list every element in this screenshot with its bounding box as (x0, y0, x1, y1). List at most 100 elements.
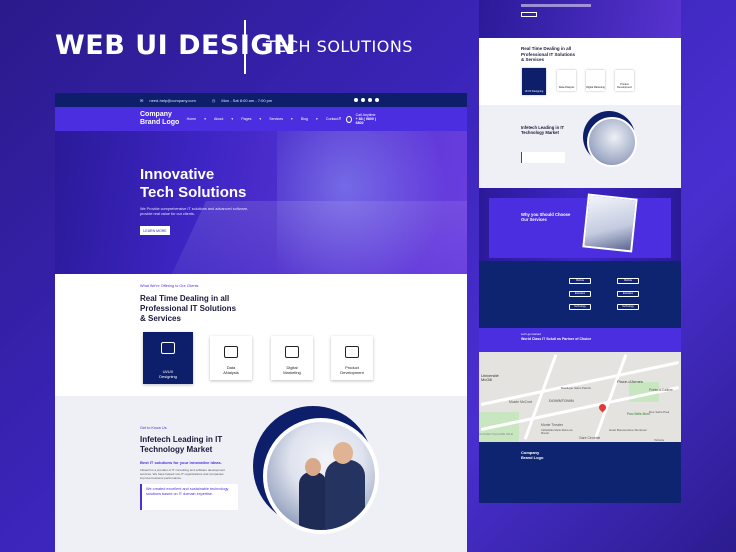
chevron-down-icon: ▾ (291, 117, 293, 121)
instagram-icon[interactable] (368, 98, 372, 102)
card-label: Development (340, 370, 364, 375)
side-team-photo (587, 117, 637, 167)
marketing-icon (285, 346, 299, 358)
side-why-title-line: Our Services (521, 217, 547, 222)
header-subtitle: TECH SOLUTIONS (266, 37, 413, 56)
service-card-data[interactable]: Data ANalysis (210, 336, 252, 380)
side-hero-text (521, 4, 591, 7)
map-label: Cathédrale Marie-Reine-du-Monde (541, 429, 574, 435)
nav-menu: Home ▾ About ▾ Pages ▾ Services ▾ Blog ▾ Cont… (187, 117, 339, 121)
side-card[interactable]: UI/UX Designing (522, 68, 546, 95)
card-label: Designing (159, 374, 177, 379)
learn-more-button[interactable]: LEARN MORE (140, 226, 170, 235)
footer-brand[interactable]: Company Brand Logo (521, 450, 543, 460)
card-label: Marketing (283, 370, 301, 375)
location-map[interactable]: Université McGill DOWNTOWN Place-d'Armes… (479, 352, 681, 442)
chevron-down-icon: ▾ (231, 117, 234, 121)
brand-logo[interactable]: Company Brand Logo (140, 111, 183, 127)
phone-icon (345, 115, 352, 123)
nav-about[interactable]: About (214, 117, 223, 121)
about-eyebrow: Get to Know Us (140, 426, 167, 430)
side-card[interactable]: Digital Marketing (586, 70, 605, 91)
services-section: What We're Offering to Our Clients Real … (55, 274, 467, 396)
design-icon (161, 342, 175, 354)
facebook-icon[interactable] (354, 98, 358, 102)
side-why: Why you Should Choose Our Services (479, 188, 681, 261)
map-label: GOLDEN SQUARE MILE (479, 432, 514, 436)
side-mockup: Real Time Dealing in all Professional IT… (479, 0, 681, 503)
service-card-marketing[interactable]: Digital Marketing (271, 336, 313, 380)
footer-brand-line: Brand Logo (521, 455, 544, 460)
product-dev-icon (345, 346, 359, 358)
search-icon[interactable]: ⌕ (338, 116, 341, 123)
team-photo (263, 418, 379, 534)
hero-title: Innovative Tech Solutions (140, 166, 246, 202)
side-about-quote (521, 152, 565, 163)
side-card[interactable]: Product Development (615, 70, 634, 91)
side-tech: Website Website Education Education Tech… (479, 261, 681, 328)
tech-pill[interactable]: Website (617, 278, 639, 284)
map-label: Place-d'Armes (617, 379, 643, 384)
call-box[interactable]: ⌕ Call Anytime + 88 ( 9800 ) 6802 (338, 113, 379, 125)
top-bar: ✉ need-help@company.com ◷ Mon - Sat 8:00… (55, 93, 467, 107)
map-road (480, 386, 680, 431)
twitter-icon[interactable] (375, 98, 379, 102)
person-figure (325, 460, 365, 530)
about-section: Get to Know Us Infetech Leading in IT Te… (55, 396, 467, 552)
about-lead: Best IT solutions for your innovative id… (140, 460, 222, 465)
chevron-down-icon: ▾ (204, 117, 206, 121)
side-why-box (489, 198, 671, 258)
person-figure (299, 472, 327, 530)
clock-icon: ◷ (211, 97, 216, 103)
tech-pill[interactable]: Technology (617, 304, 639, 310)
tech-pill[interactable]: Technology (569, 304, 591, 310)
map-label: Université McGill (481, 373, 499, 382)
main-mockup: ✉ need-help@company.com ◷ Mon - Sat 8:00… (55, 93, 467, 552)
services-title-line-3: & Services (140, 314, 181, 323)
side-card[interactable]: Data ANalysis (557, 70, 576, 91)
brand-line-2: Brand Logo (140, 119, 180, 126)
side-footer: Company Brand Logo (479, 442, 681, 503)
service-card-uiux[interactable]: UI/UX Designing (143, 332, 193, 384)
tech-pill[interactable]: Website (569, 278, 591, 284)
about-title: Infetech Leading in IT Technology Market (140, 435, 222, 455)
social-links (354, 98, 379, 102)
map-label: Monte Theater (541, 423, 563, 427)
hero-body: We Provide comprehensive IT solutions an… (140, 207, 249, 216)
topbar-hours: Mon - Sat 8:00 am - 7:00 pm (221, 97, 273, 103)
nav-blog[interactable]: Blog (301, 117, 308, 121)
map-label: Pointe-à-Callière (649, 388, 673, 392)
services-title: Real Time Dealing in all Professional IT… (140, 294, 250, 324)
hero-title-line-1: Innovative (140, 166, 215, 183)
data-analysis-icon (224, 346, 238, 358)
navbar: Company Brand Logo Home ▾ About ▾ Pages ▾ S… (55, 107, 467, 131)
nav-pages[interactable]: Pages (241, 117, 251, 121)
header-separator (244, 20, 246, 74)
person-head (305, 458, 321, 476)
services-title-line-2: Professional IT Solutions (140, 304, 237, 313)
service-card-product[interactable]: Product Development (331, 336, 373, 380)
brand-line-1: Company (140, 111, 172, 118)
side-hero-button[interactable] (521, 12, 537, 17)
nav-services[interactable]: Services (269, 117, 283, 121)
map-label: Basilique Saint-Patrick (561, 386, 592, 390)
about-body: Infetech is a provider of IT consulting … (140, 468, 225, 480)
nav-home[interactable]: Home (187, 117, 197, 121)
about-quote: We created excellent and sustainable tec… (140, 484, 238, 510)
header-title: WEB UI DESIGN (55, 30, 297, 61)
tech-pill[interactable]: Education (617, 291, 639, 297)
card-label: ANalysis (223, 370, 239, 375)
map-label: Musée McCord (509, 400, 532, 404)
about-title-line-1: Infetech Leading in IT (140, 435, 223, 444)
side-services: Real Time Dealing in all Professional IT… (479, 38, 681, 105)
nav-contact[interactable]: Contact (326, 117, 338, 121)
services-title-line-1: Real Time Dealing in all (140, 294, 230, 303)
map-label: Gare Centrale (579, 436, 601, 440)
pinterest-icon[interactable] (361, 98, 365, 102)
tech-pill[interactable]: Education (569, 291, 591, 297)
topbar-email[interactable]: need-help@company.com (149, 98, 195, 103)
mail-icon: ✉ (140, 97, 144, 103)
about-title-line-2: Technology Market (140, 445, 213, 454)
call-number[interactable]: + 88 ( 9800 ) 6802 (356, 117, 379, 125)
person-head (333, 442, 353, 464)
